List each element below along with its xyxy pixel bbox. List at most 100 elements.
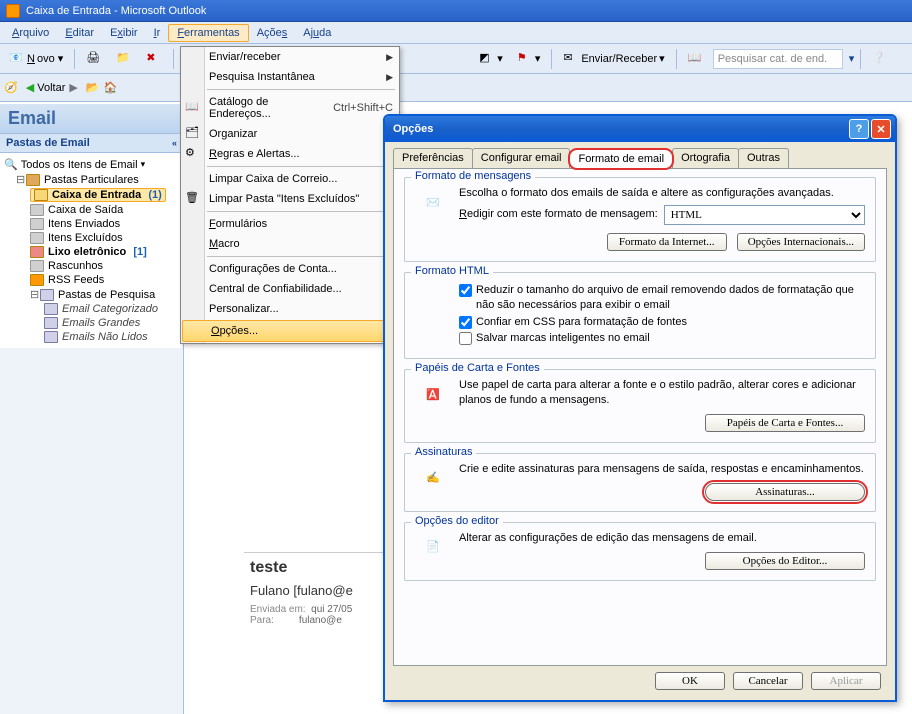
compose-format-select[interactable]: HTML — [664, 205, 865, 225]
search-folder-icon — [40, 289, 54, 301]
organize-icon: 🗂 — [185, 126, 201, 142]
toolbar-nav: 🧭 ◀ Voltar ▶ 📂 🏠 🔍▾ — [0, 74, 912, 102]
editor-icon: 📄 — [415, 531, 451, 563]
chk-smart-tags[interactable]: Salvar marcas inteligentes no email — [459, 331, 865, 346]
folder-inbox[interactable]: Caixa de Entrada (1) — [2, 187, 181, 203]
menu-editar[interactable]: Editar — [57, 25, 102, 41]
menu-arquivo[interactable]: AArquivorquivo — [4, 25, 57, 41]
tab-formato-email[interactable]: Formato de email — [569, 149, 673, 169]
chevron-collapse-icon[interactable]: « — [172, 138, 177, 148]
folder-root[interactable]: ⊟Pastas Particulares — [2, 172, 181, 187]
folder-tree: 🔍 Todos os Itens de Email ▾ ⊟Pastas Part… — [0, 153, 183, 348]
new-button[interactable]: 📧NNovoovo ▾ — [4, 48, 68, 70]
outbox-icon — [30, 204, 44, 216]
sent-label: Enviada em: — [250, 604, 306, 615]
delete-button[interactable]: ✖ — [141, 48, 167, 70]
menu-item-forms[interactable]: Formulários — [181, 214, 399, 234]
all-mail-items[interactable]: 🔍 Todos os Itens de Email ▾ — [2, 157, 181, 172]
cancel-button[interactable]: Cancelar — [733, 672, 803, 690]
folder-deleted[interactable]: Itens Excluídos — [2, 231, 181, 245]
message-header: teste Fulano [fulano@e Enviada em: qui 2… — [244, 552, 394, 632]
menu-acoes[interactable]: Ações — [249, 25, 296, 41]
launch-icon: 🧭 — [4, 82, 18, 94]
forward-button[interactable]: ▶ — [69, 81, 77, 94]
deleted-icon — [30, 232, 44, 244]
folder-sent[interactable]: Itens Enviados — [2, 217, 181, 231]
menu-item-empty-deleted[interactable]: 🗑Limpar Pasta "Itens Excluídos" — [181, 189, 399, 209]
contact-search-input[interactable]: Pesquisar cat. de end. — [713, 49, 843, 69]
pst-icon — [26, 174, 40, 186]
flag-icon: ⚑ — [517, 51, 533, 67]
tab-configurar-email[interactable]: Configurar email — [472, 148, 571, 168]
sf-categorized[interactable]: Email Categorizado — [2, 302, 181, 316]
tab-ortografia[interactable]: Ortografia — [672, 148, 739, 168]
chk-css-fonts[interactable]: Confiar em CSS para formatação de fontes — [459, 315, 865, 330]
search-placeholder: Pesquisar cat. de end. — [718, 53, 827, 65]
category-icon: ◩ — [479, 51, 495, 67]
menu-exibir[interactable]: Exibir — [102, 25, 146, 41]
nav-subheader-label: Pastas de Email — [6, 137, 90, 149]
signatures-button[interactable]: Assinaturas... — [705, 483, 865, 501]
menu-item-options[interactable]: Opções... — [182, 320, 398, 342]
menu-ajuda[interactable]: Ajuda — [295, 25, 339, 41]
delete-icon: ✖ — [146, 51, 162, 67]
move-button[interactable]: 📁 — [111, 48, 137, 70]
folder-drafts[interactable]: Rascunhos — [2, 259, 181, 273]
sf-large[interactable]: Emails Grandes — [2, 316, 181, 330]
dialog-footer: OK Cancelar Aplicar — [655, 672, 881, 690]
sent-icon — [30, 218, 44, 230]
send-receive-button[interactable]: ✉ Enviar/Receber ▾ — [558, 48, 669, 70]
to-value: fulano@e — [299, 615, 342, 626]
help-button[interactable]: ❔ — [867, 48, 893, 70]
editor-options-button[interactable]: Opções do Editor... — [705, 552, 865, 570]
menu-item-send-receive[interactable]: Enviar/receber — [181, 47, 399, 67]
followup-button[interactable]: ⚑▾ — [512, 48, 546, 70]
dialog-close-button[interactable]: ✕ — [871, 119, 891, 139]
menu-item-instant-search[interactable]: Pesquisa Instantânea — [181, 67, 399, 87]
tab-preferencias[interactable]: Preferências — [393, 148, 473, 168]
trash-icon: 🗑 — [185, 191, 201, 207]
message-subject: teste — [250, 559, 388, 577]
categorize-button[interactable]: ◩▾ — [474, 48, 508, 70]
dialog-panel: Formato de mensagens ✉️ Escolha o format… — [393, 168, 887, 666]
menu-item-macro[interactable]: Macro — [181, 234, 399, 254]
menu-item-address-book[interactable]: 📖Catálogo de Endereços...Ctrl+Shift+C — [181, 92, 399, 124]
legend-editor-options: Opções do editor — [411, 515, 503, 527]
menu-item-rules[interactable]: ⚙Regras e Alertas... — [181, 144, 399, 164]
menu-item-clean-mailbox[interactable]: Limpar Caixa de Correio... — [181, 169, 399, 189]
toolbar-main: 📧NNovoovo ▾ 🖨 📁 ✖ ↩ ◩▾ ⚑▾ ✉ Enviar/Receb… — [0, 44, 912, 74]
forward-icon: ▶ — [69, 82, 77, 94]
menu-ir[interactable]: Ir — [146, 25, 169, 41]
menu-item-trust-center[interactable]: Central de Confiabilidade... — [181, 279, 399, 299]
stationery-fonts-button[interactable]: Papéis de Carta e Fontes... — [705, 414, 865, 432]
menu-item-organize[interactable]: 🗂Organizar — [181, 124, 399, 144]
internet-format-button[interactable]: Formato da Internet... — [607, 233, 727, 251]
chk-reduce-size[interactable]: Reduzir o tamanho do arquivo de email re… — [459, 283, 865, 313]
international-options-button[interactable]: Opções Internacionais... — [737, 233, 865, 251]
folder-junk[interactable]: Lixo eletrônico [1] — [2, 245, 181, 259]
nav-header: Email — [0, 104, 183, 134]
sf-unread[interactable]: Emails Não Lidos — [2, 330, 181, 344]
menu-item-customize[interactable]: Personalizar... — [181, 299, 399, 319]
title-bar: Caixa de Entrada - Microsoft Outlook — [0, 0, 912, 22]
drafts-icon — [30, 260, 44, 272]
menu-ferramentas[interactable]: Ferramentas — [168, 24, 248, 42]
back-button[interactable]: ◀ Voltar — [26, 81, 66, 94]
folder-outbox[interactable]: Caixa de Saída — [2, 203, 181, 217]
apply-button[interactable]: Aplicar — [811, 672, 881, 690]
dialog-titlebar[interactable]: Opções ? ✕ — [385, 116, 895, 142]
fonts-icon: 🅰️ — [415, 378, 451, 410]
up-button[interactable]: 📂 — [86, 81, 100, 94]
print-button[interactable]: 🖨 — [81, 48, 107, 70]
menu-item-account-settings[interactable]: Configurações de Conta... — [181, 259, 399, 279]
address-book-button[interactable]: 📖 — [683, 48, 709, 70]
folder-rss[interactable]: RSS Feeds — [2, 273, 181, 287]
dialog-help-button[interactable]: ? — [849, 119, 869, 139]
nav-launch-button[interactable]: 🧭 — [4, 81, 18, 94]
tab-outras[interactable]: Outras — [738, 148, 789, 168]
folder-search-root[interactable]: ⊟Pastas de Pesquisa — [2, 287, 181, 302]
new-mail-icon: 📧 — [9, 51, 25, 67]
menu-bar: AArquivorquivo Editar Exibir Ir Ferramen… — [0, 22, 912, 44]
home-button[interactable]: 🏠 — [104, 81, 118, 94]
ok-button[interactable]: OK — [655, 672, 725, 690]
